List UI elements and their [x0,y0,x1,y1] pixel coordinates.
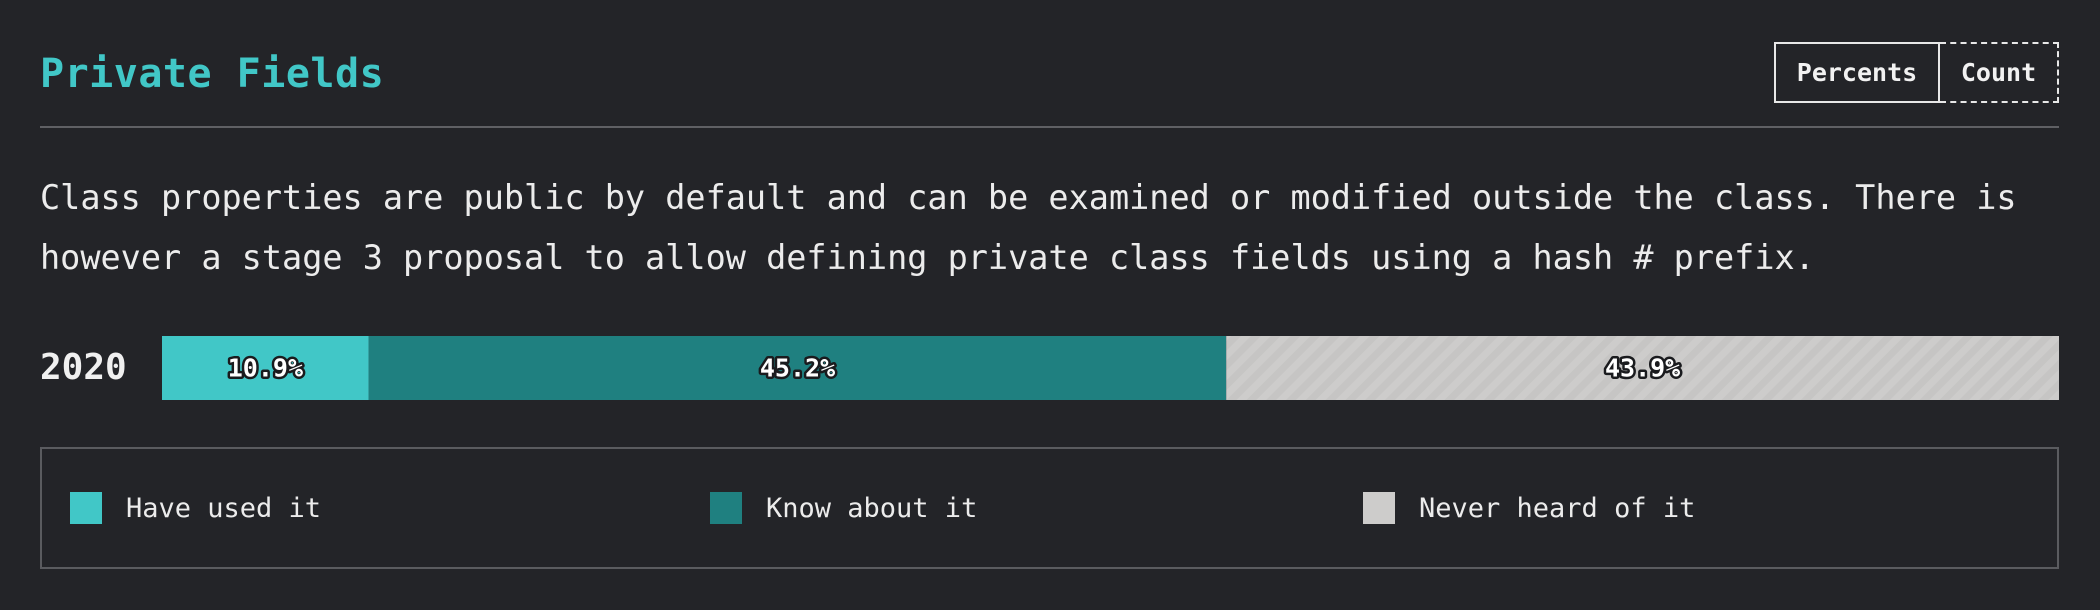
bar-value-label-never-heard-of-it: 43.9% [1605,354,1680,383]
legend-swatch [1363,492,1395,524]
header-divider [40,126,2059,128]
legend-item-know-about-it[interactable]: Know about it [710,449,977,567]
chart-legend: Have used it Know about it Never heard o… [40,447,2059,569]
units-toggle: Percents Count [1774,42,2059,103]
section-description: Class properties are public by default a… [40,178,2017,277]
count-button[interactable]: Count [1940,42,2059,103]
bar-row-label: 2020 [40,347,127,388]
legend-swatch [710,492,742,524]
legend-label: Have used it [126,492,322,524]
bar-value-label-know-about-it: 45.2% [760,354,835,383]
section-title: Private Fields [40,51,385,97]
legend-swatch [70,492,102,524]
legend-item-never-heard-of-it[interactable]: Never heard of it [1363,449,1695,567]
legend-label: Never heard of it [1419,492,1696,524]
stacked-bar-chart: 10.9% 45.2% 43.9% [162,336,2059,400]
bar-value-label-have-used-it: 10.9% [228,354,303,383]
legend-item-have-used-it[interactable]: Have used it [70,449,321,567]
percents-button[interactable]: Percents [1774,42,1940,103]
legend-label: Know about it [766,492,978,524]
